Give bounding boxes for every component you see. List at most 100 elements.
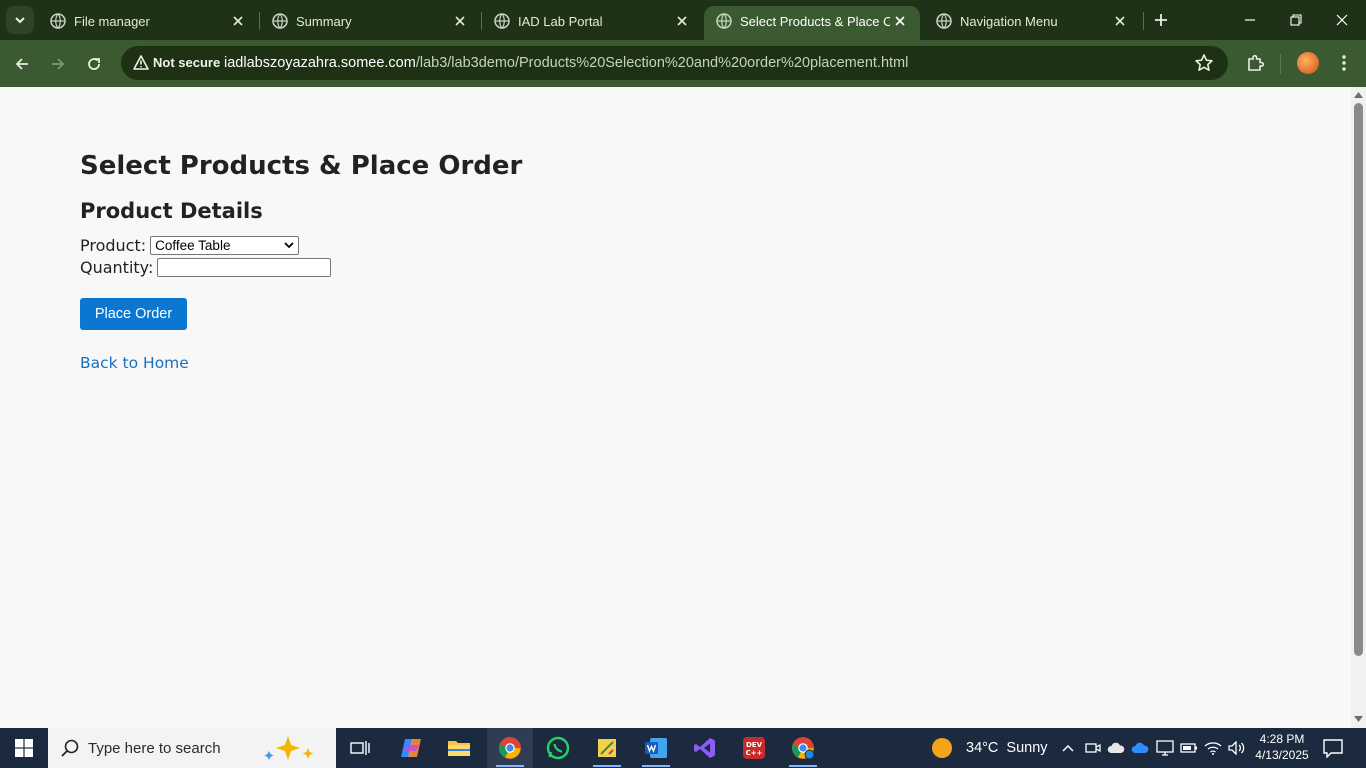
globe-icon (272, 13, 288, 29)
close-icon[interactable] (672, 11, 692, 31)
chrome-app[interactable] (487, 728, 533, 768)
section-title: Product Details (80, 199, 263, 223)
weather-desc: Sunny (1006, 740, 1048, 756)
globe-icon (716, 13, 732, 29)
puzzle-icon (1248, 54, 1265, 71)
close-icon[interactable] (228, 11, 248, 31)
weather-temp: 34°C (966, 740, 999, 756)
minimize-button[interactable] (1230, 6, 1270, 34)
battery-icon (1180, 743, 1197, 753)
page-viewport: Select Products & Place Order Product De… (0, 87, 1351, 728)
file-explorer-app[interactable] (436, 728, 482, 768)
copilot-icon (401, 739, 421, 757)
quantity-label: Quantity: (80, 257, 154, 277)
back-to-home-link[interactable]: Back to Home (80, 354, 189, 372)
tab-select-products[interactable]: Select Products & Place Ord (704, 6, 920, 40)
extensions-button[interactable] (1242, 50, 1268, 76)
task-view-button[interactable] (337, 728, 383, 768)
reload-button[interactable] (80, 50, 108, 78)
plus-icon (1155, 14, 1167, 26)
tray-battery-icon[interactable] (1179, 738, 1199, 758)
dev-cpp-app[interactable]: DEV C++ (731, 728, 777, 768)
tray-onedrive-icon[interactable] (1130, 738, 1150, 758)
more-vert-icon (1342, 55, 1346, 71)
visual-studio-app[interactable] (682, 728, 728, 768)
globe-icon (936, 13, 952, 29)
chrome-icon (499, 737, 521, 759)
monitor-icon (1156, 740, 1174, 756)
scroll-down-arrow-icon[interactable] (1354, 715, 1363, 723)
sun-icon (932, 738, 952, 758)
arrow-right-icon (52, 58, 65, 70)
tray-wifi-icon[interactable] (1203, 738, 1223, 758)
close-icon[interactable] (890, 11, 910, 31)
tab-search-button[interactable] (6, 6, 34, 34)
tray-volume-icon[interactable] (1227, 738, 1247, 758)
sticky-app-icon (598, 739, 616, 757)
whatsapp-icon (546, 736, 570, 760)
profile-avatar[interactable] (1297, 52, 1319, 74)
product-select[interactable]: Coffee Table (150, 235, 300, 255)
visual-studio-icon (694, 738, 715, 758)
tab-file-manager[interactable]: File manager (38, 6, 258, 40)
menu-button[interactable] (1334, 52, 1354, 74)
address-bar[interactable]: Not secure iadlabszoyazahra.somee.com/la… (121, 46, 1228, 80)
chevron-down-icon (284, 241, 294, 248)
start-button[interactable] (0, 728, 48, 768)
clock-time: 4:28 PM (1259, 732, 1305, 746)
chevron-up-icon (1062, 744, 1074, 752)
place-order-button[interactable]: Place Order (80, 298, 187, 330)
bookmark-star-icon[interactable] (1193, 52, 1215, 74)
tab-summary[interactable]: Summary (260, 6, 480, 40)
taskbar-search[interactable]: Type here to search (48, 728, 336, 768)
restore-button[interactable] (1276, 6, 1316, 34)
scrollbar-thumb[interactable] (1354, 103, 1363, 656)
copilot-app[interactable] (388, 728, 434, 768)
tray-meet-icon[interactable] (1083, 738, 1103, 758)
tray-cloud-icon[interactable] (1106, 738, 1126, 758)
show-hidden-icons-button[interactable] (1058, 738, 1078, 758)
close-icon (1336, 14, 1348, 26)
globe-icon (494, 13, 510, 29)
page-content: Select Products & Place Order Product De… (80, 151, 522, 373)
browser-toolbar: Not secure iadlabszoyazahra.somee.com/la… (0, 40, 1366, 87)
close-icon[interactable] (1110, 11, 1130, 31)
page-title: Select Products & Place Order (80, 151, 523, 181)
scroll-up-arrow-icon[interactable] (1354, 91, 1363, 99)
quantity-row: Quantity: (80, 256, 522, 278)
security-label: Not secure (153, 55, 221, 70)
url-text[interactable]: iadlabszoyazahra.somee.com/lab3/lab3demo… (224, 55, 908, 71)
tab-title: Select Products & Place Ord (740, 14, 890, 29)
onedrive-icon (1131, 742, 1149, 753)
tray-display-icon[interactable] (1155, 738, 1175, 758)
windows-logo-icon (15, 739, 33, 757)
tab-title: Summary (296, 14, 352, 29)
arrow-left-icon (15, 58, 28, 70)
back-button[interactable] (8, 50, 36, 78)
product-label: Product: (80, 235, 147, 255)
notification-icon[interactable] (1322, 738, 1344, 758)
close-icon[interactable] (450, 11, 470, 31)
quantity-input[interactable] (157, 257, 332, 277)
search-placeholder: Type here to search (88, 740, 221, 757)
site-info-chip[interactable]: Not secure (127, 50, 228, 76)
system-clock[interactable]: 4:28 PM 4/13/2025 (1250, 731, 1314, 763)
forward-button[interactable] (44, 50, 72, 78)
sparkle-icon (264, 736, 314, 760)
sticky-app[interactable] (584, 728, 630, 768)
whatsapp-app[interactable] (535, 728, 581, 768)
chevron-down-icon (15, 17, 25, 24)
tab-navigation-menu[interactable]: Navigation Menu (924, 6, 1140, 40)
new-tab-button[interactable] (1149, 8, 1173, 32)
tab-title: Navigation Menu (960, 14, 1058, 29)
chrome-profile-app[interactable] (780, 728, 826, 768)
tab-iad-lab-portal[interactable]: IAD Lab Portal (482, 6, 702, 40)
tab-title: IAD Lab Portal (518, 14, 603, 29)
minimize-icon (1245, 19, 1255, 21)
word-app[interactable] (633, 728, 679, 768)
close-window-button[interactable] (1322, 6, 1362, 34)
toolbar-divider (1280, 54, 1281, 74)
weather-widget[interactable]: 34°C Sunny (926, 728, 1048, 768)
product-selected-value: Coffee Table (155, 237, 231, 253)
vertical-scrollbar[interactable] (1351, 87, 1366, 728)
